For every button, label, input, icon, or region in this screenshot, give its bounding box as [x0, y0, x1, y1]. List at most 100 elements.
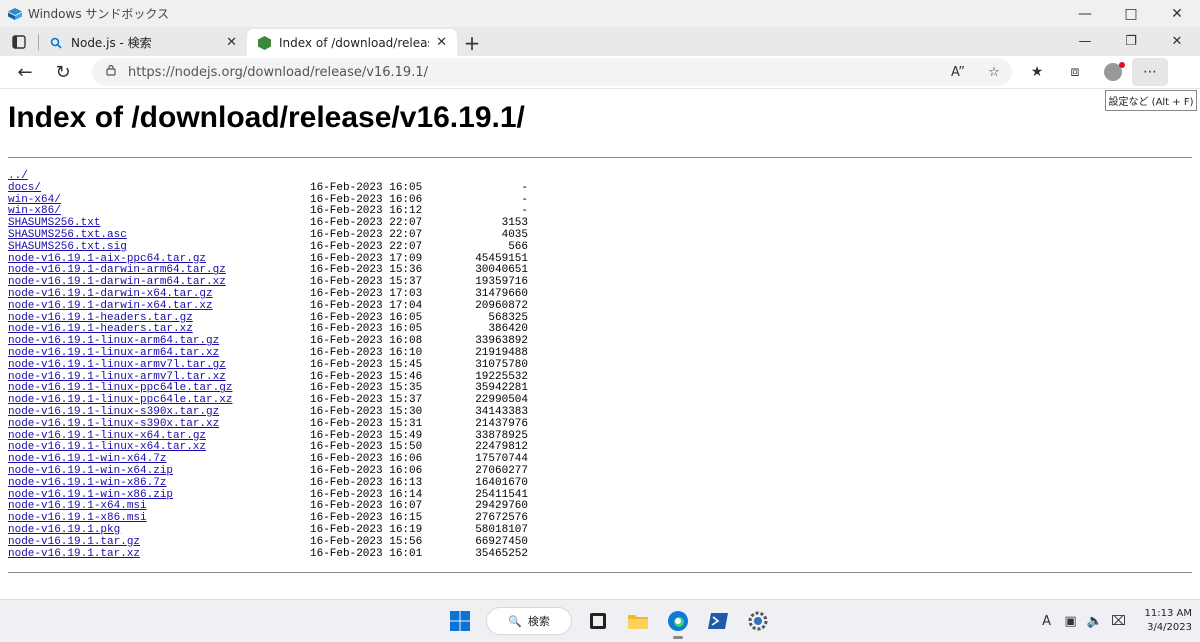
listing-row: node-v16.19.1-linux-arm64.tar.xz 16-Feb-2… — [8, 346, 528, 360]
task-view-button[interactable] — [579, 602, 617, 640]
file-link[interactable]: node-v16.19.1-win-x64.zip — [8, 465, 310, 478]
listing-row: node-v16.19.1-darwin-x64.tar.gz 16-Feb-20… — [8, 287, 528, 301]
tab-strip: Node.js - 検索 ✕ Index of /download/releas… — [0, 27, 1200, 56]
clock-date: 3/4/2023 — [1147, 622, 1192, 633]
folder-icon — [628, 615, 648, 629]
file-date: 16-Feb-2023 16:01 — [310, 547, 423, 560]
sandbox-close-button[interactable]: ✕ — [1154, 0, 1200, 27]
sandbox-title: Windows サンドボックス — [28, 7, 170, 21]
listing-row: SHASUMS256.txt.asc 16-Feb-2023 22:07 4035 — [8, 228, 528, 242]
file-size: - — [521, 181, 528, 194]
file-link[interactable]: node-v16.19.1-linux-s390x.tar.gz — [8, 406, 310, 419]
gear-icon — [748, 611, 768, 631]
browser-close-button[interactable]: ✕ — [1154, 34, 1200, 49]
bottom-divider — [8, 572, 1192, 573]
file-size: 27060277 — [475, 464, 528, 477]
back-button[interactable]: ← — [6, 57, 44, 87]
address-bar[interactable]: https://nodejs.org/download/release/v16.… — [92, 58, 1012, 86]
settings-tooltip: 設定など (Alt + F) — [1105, 90, 1197, 111]
tab-label: Node.js - 検索 — [71, 36, 152, 50]
file-explorer-button[interactable] — [619, 602, 657, 640]
refresh-button[interactable]: ↻ — [44, 57, 82, 87]
sandbox-logo-icon — [8, 7, 22, 20]
file-date: 16-Feb-2023 17:03 — [310, 287, 423, 300]
file-link[interactable]: SHASUMS256.txt.sig — [8, 241, 310, 254]
browser-minimize-button[interactable]: — — [1062, 34, 1108, 49]
add-favorite-icon[interactable]: ☆ — [976, 65, 1012, 80]
powershell-icon — [708, 613, 728, 629]
browser-restore-button[interactable]: ❐ — [1108, 34, 1154, 49]
file-link[interactable]: node-v16.19.1.tar.gz — [8, 536, 310, 549]
notification-dot — [1119, 62, 1125, 68]
start-button[interactable] — [441, 602, 479, 640]
file-date: 16-Feb-2023 16:10 — [310, 346, 423, 359]
file-date: 16-Feb-2023 15:30 — [310, 405, 423, 418]
edge-icon — [668, 611, 688, 631]
sandbox-title-bar: Windows サンドボックス — □ ✕ — [0, 0, 1200, 27]
file-date: 16-Feb-2023 15:31 — [310, 417, 423, 430]
file-link[interactable]: node-v16.19.1.pkg — [8, 524, 310, 537]
file-date: 16-Feb-2023 16:13 — [310, 476, 423, 489]
file-link[interactable]: ../ — [8, 170, 310, 183]
taskbar-search-label: 検索 — [527, 615, 550, 628]
sandbox-minimize-button[interactable]: — — [1062, 0, 1108, 27]
file-date: 16-Feb-2023 15:56 — [310, 535, 423, 548]
settings-more-button[interactable]: ⋯ — [1132, 58, 1168, 86]
page-title: Index of /download/release/v16.19.1/ — [8, 101, 525, 134]
file-size: 21437976 — [475, 417, 528, 430]
read-aloud-icon[interactable]: A” — [940, 65, 976, 80]
file-link[interactable]: docs/ — [8, 182, 310, 195]
listing-row: ../ — [8, 170, 528, 183]
file-link[interactable]: node-v16.19.1.tar.xz — [8, 548, 310, 561]
sandbox-maximize-button[interactable]: □ — [1108, 0, 1154, 27]
file-link[interactable]: node-v16.19.1-linux-s390x.tar.xz — [8, 418, 310, 431]
file-date: 16-Feb-2023 15:45 — [310, 358, 423, 371]
battery-icon[interactable]: ⌧ — [1108, 614, 1130, 629]
favorites-button[interactable]: ★ — [1018, 57, 1056, 87]
clock-time: 11:13 AM — [1144, 608, 1192, 619]
back-arrow-icon: ← — [17, 61, 33, 83]
address-url: https://nodejs.org/download/release/v16.… — [128, 64, 428, 80]
file-size: 58018107 — [475, 523, 528, 536]
file-size: 4035 — [501, 228, 528, 241]
listing-row: node-v16.19.1-win-x64.zip 16-Feb-2023 16:… — [8, 464, 528, 478]
listing-row: node-v16.19.1-linux-s390x.tar.gz 16-Feb-2… — [8, 405, 528, 419]
taskbar-search-button[interactable]: 🔍 検索 — [486, 607, 572, 635]
powershell-button[interactable] — [699, 602, 737, 640]
browser-toolbar: ← ↻ https://nodejs.org/download/release/… — [0, 56, 1200, 89]
file-link[interactable]: node-v16.19.1-win-x86.7z — [8, 477, 310, 490]
file-date: 16-Feb-2023 17:04 — [310, 299, 423, 312]
profile-button[interactable] — [1094, 57, 1132, 87]
network-icon[interactable]: ▣ — [1060, 614, 1082, 629]
listing-row: node-v16.19.1.tar.xz 16-Feb-2023 16:01 354… — [8, 547, 528, 561]
favorites-icon: ★ — [1030, 64, 1044, 80]
file-link[interactable]: node-v16.19.1-darwin-x64.tar.xz — [8, 300, 310, 313]
edge-active-indicator — [673, 636, 683, 639]
file-link[interactable]: node-v16.19.1-linux-armv7l.tar.gz — [8, 359, 310, 372]
file-size: 34143383 — [475, 405, 528, 418]
listing-row: node-v16.19.1-linux-s390x.tar.xz 16-Feb-2… — [8, 417, 528, 431]
file-date: 16-Feb-2023 16:05 — [310, 181, 423, 194]
lock-icon — [106, 64, 116, 80]
tab-nodejs-release[interactable]: Index of /download/release/v16. ✕ — [247, 29, 457, 56]
tab-actions-button[interactable] — [0, 27, 38, 56]
listing-row: node-v16.19.1-win-x86.7z 16-Feb-2023 16:1… — [8, 476, 528, 490]
ime-indicator[interactable]: A — [1036, 614, 1058, 629]
refresh-icon: ↻ — [55, 61, 71, 83]
tab-actions-icon — [12, 34, 26, 49]
settings-app-button[interactable] — [739, 602, 777, 640]
edge-button[interactable] — [659, 602, 697, 640]
file-date: 16-Feb-2023 22:07 — [310, 228, 423, 241]
file-link[interactable]: SHASUMS256.txt.asc — [8, 229, 310, 242]
avatar — [1104, 62, 1125, 81]
file-size: 66927450 — [475, 535, 528, 548]
tab-close-icon[interactable]: ✕ — [436, 35, 447, 50]
tab-close-icon[interactable]: ✕ — [226, 35, 237, 50]
file-link[interactable]: node-v16.19.1-linux-arm64.tar.xz — [8, 347, 310, 360]
volume-icon[interactable]: 🔈 — [1084, 614, 1106, 629]
file-link[interactable]: node-v16.19.1-darwin-x64.tar.gz — [8, 288, 310, 301]
tab-search[interactable]: Node.js - 検索 ✕ — [39, 29, 247, 56]
taskbar-clock[interactable]: 11:13 AM 3/4/2023 — [1145, 607, 1192, 635]
collections-button[interactable]: ⧈ — [1056, 57, 1094, 87]
new-tab-button[interactable]: + — [457, 29, 487, 56]
